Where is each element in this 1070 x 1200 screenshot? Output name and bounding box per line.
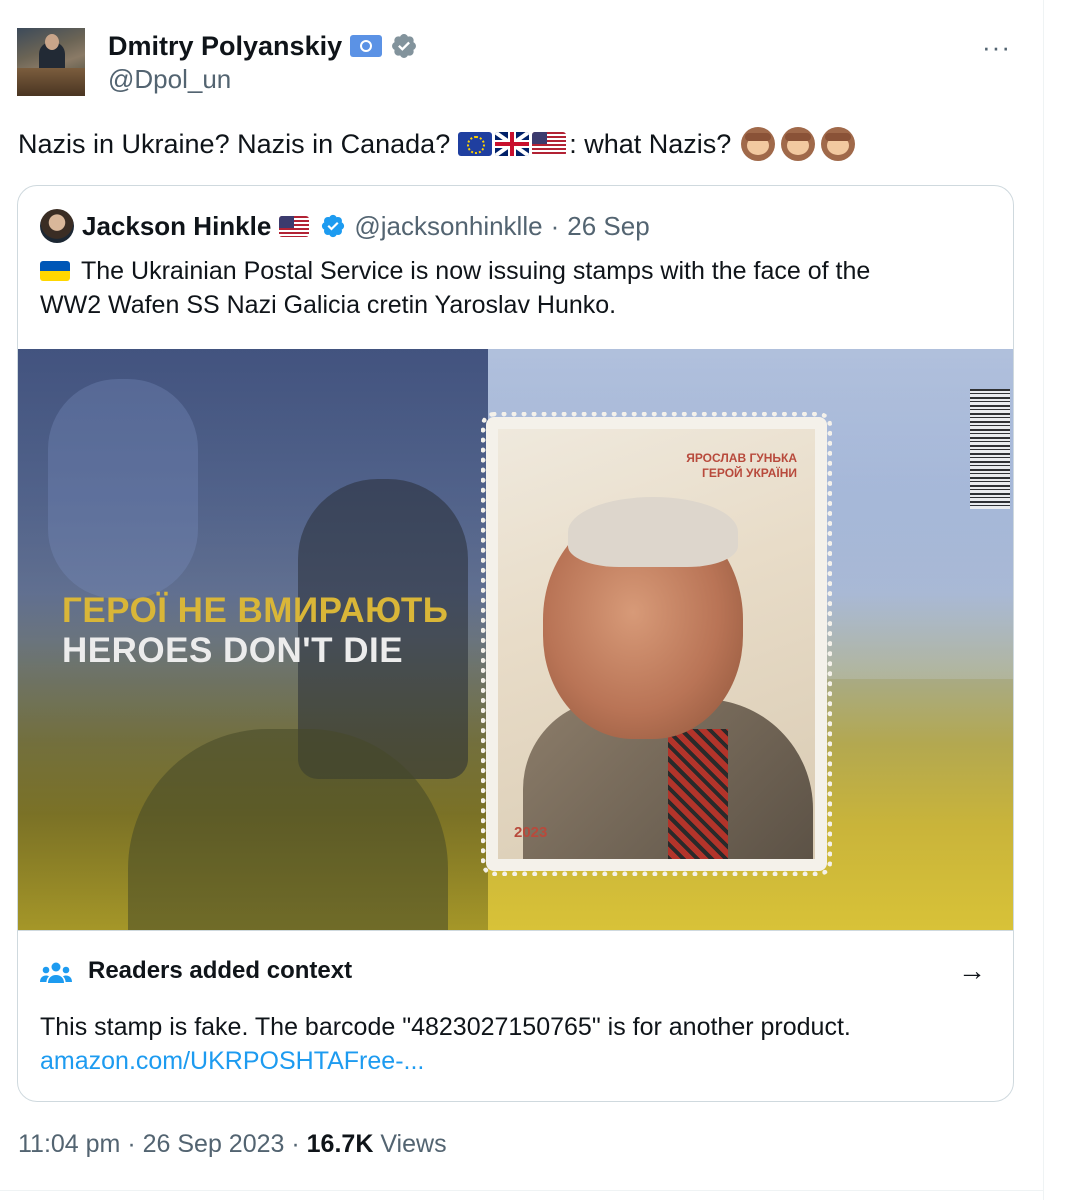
postage-stamp: ЯРОСЛАВ ГУНЬКА ГЕРОЙ УКРАЇНИ 2023 <box>481 412 832 876</box>
author-handle[interactable]: @Dpol_un <box>108 64 231 95</box>
meta-separator: · <box>127 1130 136 1158</box>
context-source-link[interactable]: amazon.com/UKRPOSHTAFree-... <box>40 1047 424 1076</box>
stamp-embroidered-collar <box>668 729 728 859</box>
see-no-evil-monkey-icon <box>741 127 776 161</box>
tweet-text: Nazis in Ukraine? Nazis in Canada? : wha… <box>18 126 856 162</box>
quoted-author-name[interactable]: Jackson Hinkle <box>82 211 271 242</box>
stamp-year: 2023 <box>514 824 548 841</box>
quoted-tweet-card[interactable]: Jackson Hinkle @jacksonhinklle · 26 Sep … <box>17 185 1014 1102</box>
stamp-portrait-hair <box>568 497 738 567</box>
stamp-title-line1: ЯРОСЛАВ ГУНЬКА <box>686 451 797 465</box>
verified-badge-icon[interactable] <box>390 32 418 60</box>
people-group-icon <box>40 962 72 983</box>
verified-badge-icon[interactable] <box>320 213 346 239</box>
quoted-author-row: Jackson Hinkle @jacksonhinklle · 26 Sep <box>40 208 650 244</box>
stamp-title: ЯРОСЛАВ ГУНЬКА ГЕРОЙ УКРАЇНИ <box>686 451 797 481</box>
more-options-icon[interactable]: ··· <box>982 32 1011 63</box>
tweet-time[interactable]: 11:04 pm <box>18 1130 120 1158</box>
us-flag-icon <box>279 215 310 237</box>
bottom-divider <box>0 1190 1043 1191</box>
quoted-text-line2: WW2 Wafen SS Nazi Galicia cretin Yarosla… <box>40 291 617 319</box>
image-headline-en: HEROES DON'T DIE <box>62 631 404 670</box>
readers-context-panel[interactable]: Readers added context → This stamp is fa… <box>18 930 1013 1101</box>
views-label: Views <box>380 1130 447 1158</box>
tweet-text-prefix: Nazis in Ukraine? Nazis in Canada? <box>18 129 451 159</box>
quoted-author-avatar[interactable] <box>40 209 74 243</box>
context-title: Readers added context <box>88 957 353 984</box>
quoted-date[interactable]: 26 Sep <box>567 211 649 242</box>
tweet-date[interactable]: 26 Sep 2023 <box>143 1130 285 1158</box>
barcode-graphic <box>970 389 1010 509</box>
avatar-desk <box>17 68 85 96</box>
ukraine-flag-icon <box>40 261 70 281</box>
meta-separator: · <box>291 1130 300 1158</box>
uk-flag-icon <box>495 132 530 156</box>
tweet-meta: 11:04 pm · 26 Sep 2023 · 16.7K Views <box>18 1130 447 1159</box>
author-avatar[interactable] <box>17 28 85 96</box>
quoted-text-line1: The Ukrainian Postal Service is now issu… <box>40 254 870 288</box>
stamp-title-line2: ГЕРОЙ УКРАЇНИ <box>702 466 797 480</box>
un-flag-icon <box>350 35 383 57</box>
arrow-right-icon[interactable]: → <box>958 955 986 987</box>
image-figure-left <box>48 379 198 599</box>
eu-flag-icon <box>458 132 493 156</box>
views-count[interactable]: 16.7K <box>307 1130 374 1158</box>
tweet-text-suffix: : what Nazis? <box>569 129 732 159</box>
stamp-artwork: ЯРОСЛАВ ГУНЬКА ГЕРОЙ УКРАЇНИ 2023 <box>498 429 815 859</box>
image-headline-ua: ГЕРОЇ НЕ ВМИРАЮТЬ <box>62 591 449 630</box>
quoted-separator: · <box>550 210 560 241</box>
author-display-name[interactable]: Dmitry Polyanskiy <box>108 31 342 62</box>
quoted-text-line1-text: The Ukrainian Postal Service is now issu… <box>81 257 871 285</box>
column-divider <box>1043 0 1044 1200</box>
quoted-media-image[interactable]: ГЕРОЇ НЕ ВМИРАЮТЬ HEROES DON'T DIE ЯРОСЛ… <box>18 349 1013 930</box>
see-no-evil-monkey-icon <box>821 127 856 161</box>
hear-no-evil-monkey-icon <box>781 127 816 161</box>
author-name-row: Dmitry Polyanskiy <box>108 30 418 62</box>
us-flag-icon <box>532 132 567 156</box>
avatar-head <box>45 34 59 50</box>
context-body: This stamp is fake. The barcode "4823027… <box>40 1013 851 1041</box>
quoted-author-handle[interactable]: @jacksonhinklle <box>354 211 542 242</box>
